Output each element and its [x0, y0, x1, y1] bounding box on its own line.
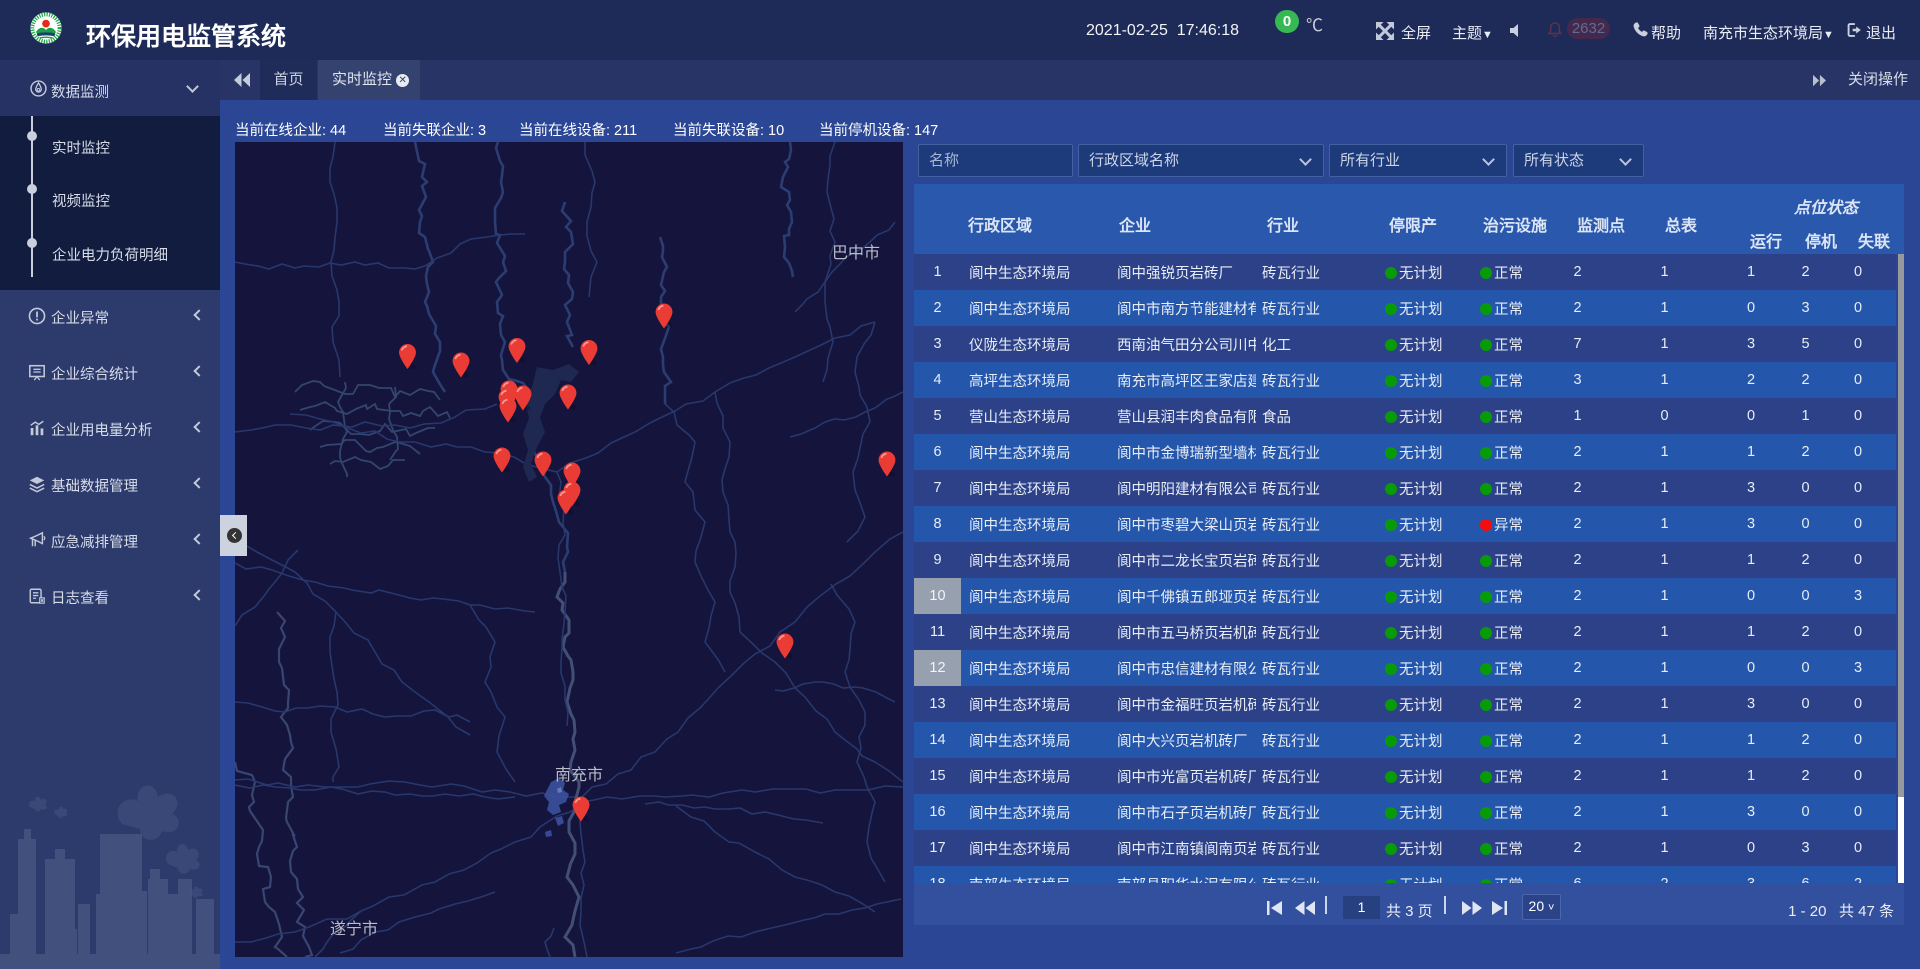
svg-text:南充市: 南充市 [555, 766, 603, 784]
svg-text:巴中市: 巴中市 [832, 244, 880, 262]
svg-text:遂宁市: 遂宁市 [330, 920, 378, 938]
